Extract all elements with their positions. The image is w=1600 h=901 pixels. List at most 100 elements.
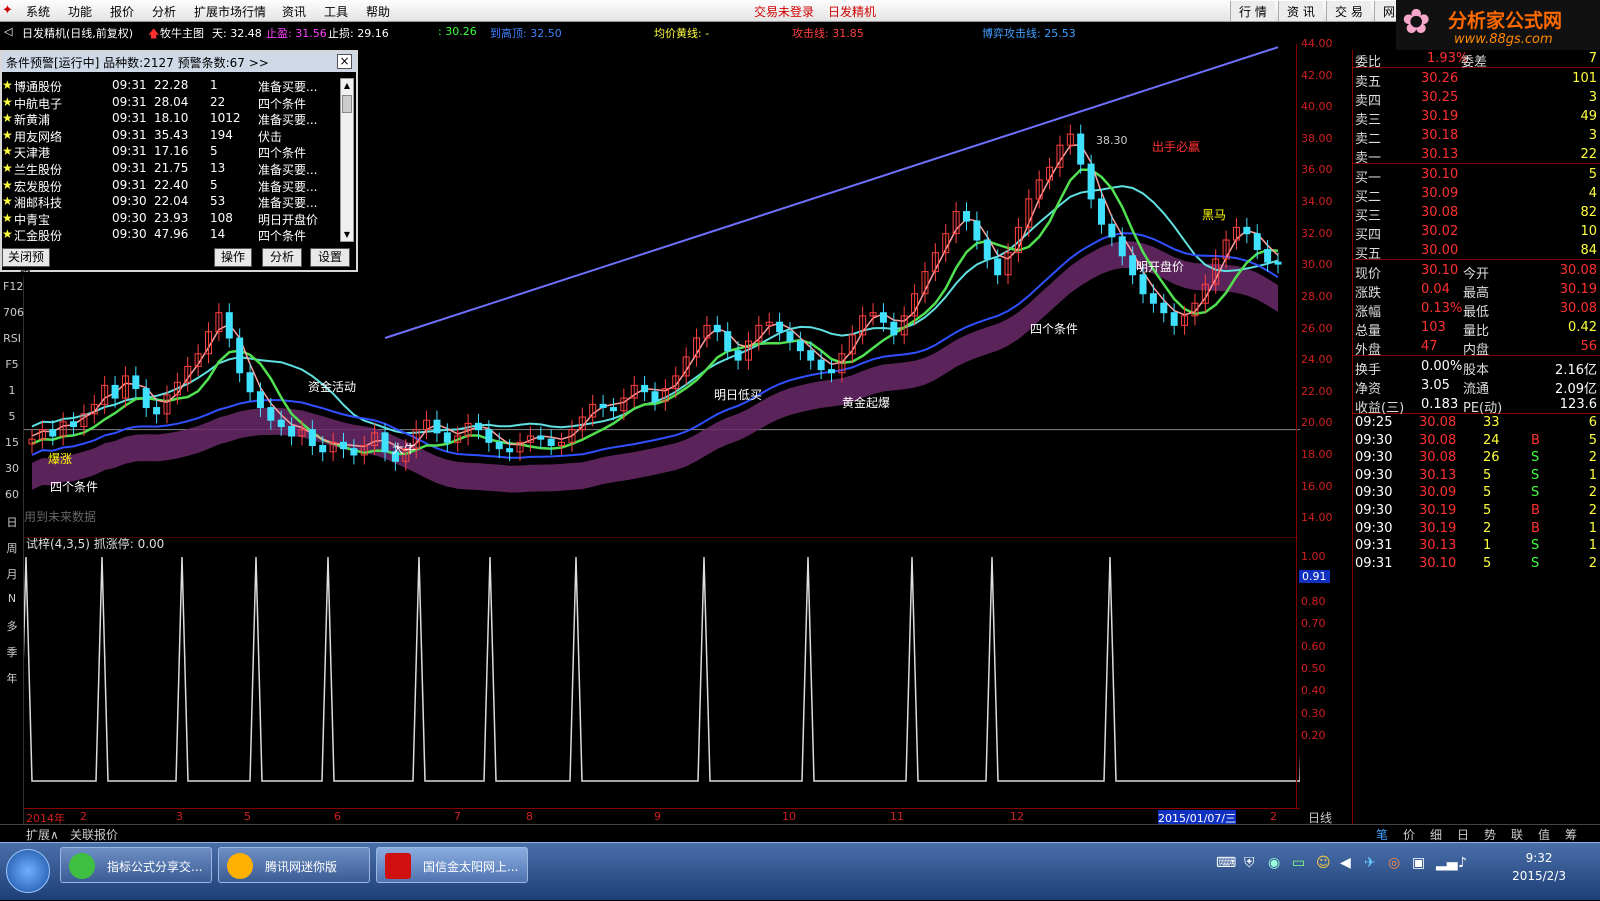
left-toolbar-button[interactable]: 5 bbox=[3, 410, 21, 423]
bid-price: 30.08 bbox=[1421, 205, 1459, 220]
scroll-up-icon[interactable]: ▲ bbox=[342, 81, 352, 90]
star-icon: ★ bbox=[2, 94, 13, 109]
alert-row[interactable]: ★ 天津港 09:31 17.16 5 四个条件 bbox=[2, 144, 342, 160]
tab-news[interactable]: 资 讯 bbox=[1278, 1, 1323, 21]
network-icon[interactable]: ◉ bbox=[1268, 855, 1280, 871]
quote-tab[interactable]: 联 bbox=[1511, 826, 1523, 843]
sub-indicator-chart[interactable]: 试梓(4,3,5) 抓涨停: 0.00 bbox=[24, 537, 1300, 807]
price-tick-label: 22.00 bbox=[1301, 384, 1333, 398]
quote-tab[interactable]: 笔 bbox=[1376, 826, 1388, 843]
alert-row[interactable]: ★ 新黄浦 09:31 18.10 1012 准备买要... bbox=[2, 111, 342, 127]
left-toolbar-button[interactable]: 季 bbox=[3, 644, 21, 660]
taskbar-item-tencent[interactable]: 腾讯网迷你版 bbox=[218, 847, 370, 883]
alert-window[interactable]: 条件预警[运行中] 品种数:2127 预警条数:67 >> × ★ 博通股份 09:… bbox=[0, 50, 358, 281]
browser-icon[interactable]: ◎ bbox=[1388, 855, 1400, 871]
left-toolbar-button[interactable]: 706 bbox=[3, 306, 24, 319]
left-toolbar-button[interactable]: F12 bbox=[3, 280, 23, 293]
qq-icon[interactable]: ☺ bbox=[1316, 855, 1331, 871]
menu-quote[interactable]: 报价 bbox=[110, 3, 134, 20]
close-icon[interactable]: × bbox=[337, 54, 352, 69]
clock[interactable]: 9:32 2015/2/3 bbox=[1512, 849, 1566, 885]
analyze-button[interactable]: 分析 bbox=[262, 248, 302, 267]
menu-tools[interactable]: 工具 bbox=[324, 3, 348, 20]
price-tick-label: 38.00 bbox=[1301, 131, 1333, 145]
ask-volume: 49 bbox=[1580, 109, 1597, 124]
alert-window-title[interactable]: 条件预警[运行中] 品种数:2127 预警条数:67 >> bbox=[2, 52, 356, 72]
price-tick-label: 34.00 bbox=[1301, 195, 1333, 209]
price-axis: 44.00 42.00 40.00 38.00 36.00 34.00 32.00 30.00… bbox=[1296, 37, 1352, 808]
alert-row[interactable]: ★ 博通股份 09:31 22.28 1 准备买要... bbox=[2, 78, 342, 94]
quote-tab[interactable]: 势 bbox=[1484, 826, 1496, 843]
candle bbox=[49, 429, 57, 437]
signal-icon[interactable]: ▂▄ bbox=[1436, 855, 1458, 871]
fund-value: 0.00% bbox=[1421, 359, 1463, 374]
alert-stock-name: 新黄浦 bbox=[14, 113, 51, 128]
menu-extended-market[interactable]: 扩展市场行情 bbox=[194, 3, 266, 20]
menu-system[interactable]: 系统 bbox=[26, 3, 50, 20]
taskbar-item-guosen[interactable]: 国信金太阳网上... bbox=[376, 847, 528, 883]
scroll-down-icon[interactable]: ▼ bbox=[342, 230, 352, 239]
left-toolbar-button[interactable]: 30 bbox=[3, 462, 21, 475]
tick-row: 09:30 30.08 26 S 2 bbox=[1353, 449, 1600, 467]
alert-row[interactable]: ★ 汇金股份 09:30 47.96 14 四个条件 bbox=[2, 227, 342, 243]
keyboard-icon[interactable]: ⌨ bbox=[1216, 855, 1236, 871]
volume-icon[interactable]: ♪ bbox=[1458, 855, 1467, 871]
windows-start-icon[interactable] bbox=[6, 849, 50, 893]
left-toolbar-button[interactable]: 日 bbox=[3, 514, 21, 530]
left-toolbar-button[interactable]: 多 bbox=[3, 618, 21, 634]
left-toolbar-button[interactable]: 年 bbox=[3, 670, 21, 686]
price-tick-label: 24.00 bbox=[1301, 353, 1333, 367]
alert-scrollbar[interactable]: ▲ ▼ bbox=[340, 78, 354, 242]
quote-tab[interactable]: 筹 bbox=[1565, 826, 1577, 843]
quote-tab[interactable]: 细 bbox=[1430, 826, 1442, 843]
related-quote-button[interactable]: 关联报价 bbox=[70, 826, 118, 843]
bid-volume: 10 bbox=[1580, 224, 1597, 239]
device-icon[interactable]: ▣ bbox=[1412, 855, 1425, 871]
alert-row[interactable]: ★ 湘邮科技 09:30 22.04 53 准备买要... bbox=[2, 194, 342, 210]
extend-button[interactable]: 扩展∧ bbox=[26, 826, 59, 843]
tab-trade[interactable]: 交 易 bbox=[1326, 1, 1371, 21]
menu-function[interactable]: 功能 bbox=[68, 3, 92, 20]
tick-count: 6 bbox=[1588, 415, 1597, 430]
indicator-name[interactable]: 牧牛主图 bbox=[160, 25, 204, 41]
quote-tab[interactable]: 价 bbox=[1403, 826, 1415, 843]
alert-stock-name: 汇金股份 bbox=[14, 229, 63, 244]
left-toolbar-button[interactable]: 1 bbox=[3, 384, 21, 397]
alert-row[interactable]: ★ 兰生股份 09:31 21.75 13 准备买要... bbox=[2, 161, 342, 177]
taskbar-item-formula[interactable]: 指标公式分享交... bbox=[60, 847, 212, 883]
settings-button[interactable]: 设置 bbox=[310, 248, 350, 267]
operate-button[interactable]: 操作 bbox=[214, 248, 252, 267]
quote-tab[interactable]: 值 bbox=[1538, 826, 1550, 843]
quote-tab[interactable]: 日 bbox=[1457, 826, 1469, 843]
candle bbox=[485, 429, 493, 443]
back-icon[interactable]: ◁ bbox=[4, 25, 12, 38]
left-toolbar-button[interactable]: F5 bbox=[3, 358, 21, 371]
tab-market[interactable]: 行 情 bbox=[1230, 1, 1275, 21]
menu-help[interactable]: 帮助 bbox=[366, 3, 390, 20]
scroll-thumb[interactable] bbox=[342, 95, 352, 113]
left-toolbar-button[interactable]: 月 bbox=[3, 566, 21, 582]
left-toolbar-button[interactable]: 60 bbox=[3, 488, 21, 501]
left-toolbar-button[interactable]: 周 bbox=[3, 540, 21, 556]
bid-price: 30.02 bbox=[1421, 224, 1459, 239]
speaker-muted-icon[interactable]: ◀ bbox=[1340, 855, 1351, 871]
login-status[interactable]: 交易未登录 bbox=[754, 3, 814, 20]
battery-icon[interactable]: ▭ bbox=[1292, 855, 1305, 871]
candle bbox=[70, 421, 78, 428]
alert-row[interactable]: ★ 用友网络 09:31 35.43 194 伏击 bbox=[2, 128, 342, 144]
alert-row[interactable]: ★ 宏发股份 09:31 22.40 5 准备买要... bbox=[2, 178, 342, 194]
price-tick-label: 32.00 bbox=[1301, 226, 1333, 240]
price-tick-label: 20.00 bbox=[1301, 416, 1333, 430]
bird-icon[interactable]: ✈ bbox=[1364, 855, 1376, 871]
shield-icon[interactable]: ⛨ bbox=[1244, 855, 1255, 871]
left-toolbar-button[interactable]: 15 bbox=[3, 436, 21, 449]
menu-news[interactable]: 资讯 bbox=[282, 3, 306, 20]
alert-row[interactable]: ★ 中青宝 09:30 23.93 108 明日开盘价 bbox=[2, 211, 342, 227]
menu-analysis[interactable]: 分析 bbox=[152, 3, 176, 20]
alert-condition: 四个条件 bbox=[258, 229, 307, 244]
alert-row[interactable]: ★ 中航电子 09:31 28.04 22 四个条件 bbox=[2, 95, 342, 111]
left-toolbar-button[interactable]: N bbox=[3, 592, 21, 605]
taskbar-item-label: 国信金太阳网上... bbox=[423, 860, 519, 874]
left-toolbar-button[interactable]: RSI bbox=[3, 332, 21, 345]
close-alert-button[interactable]: 关闭预警 bbox=[2, 248, 50, 281]
